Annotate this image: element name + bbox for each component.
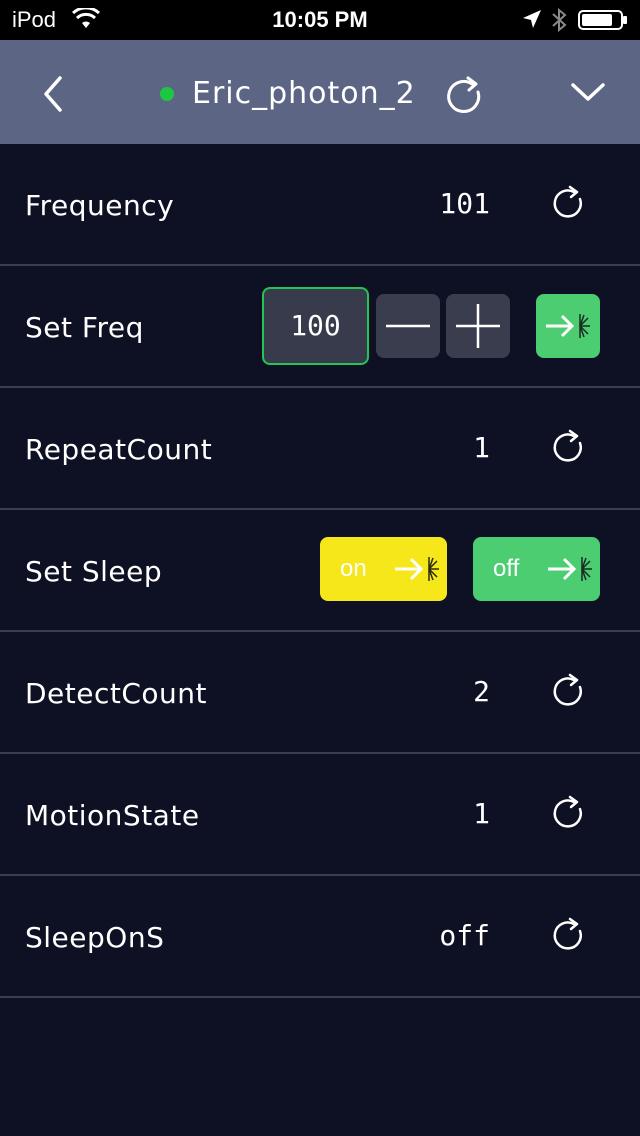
row-frequency: Frequency 101 [0, 144, 640, 266]
row-label: Set Sleep [25, 555, 163, 588]
online-status-dot [160, 87, 174, 101]
minus-icon [386, 324, 430, 328]
clock: 10:05 PM [272, 7, 368, 32]
row-label: Frequency [25, 189, 175, 222]
increment-button[interactable] [446, 294, 510, 358]
refresh-icon[interactable] [444, 76, 484, 116]
refresh-icon[interactable] [549, 916, 585, 954]
bluetooth-icon [552, 8, 567, 32]
send-freq-button[interactable] [536, 294, 600, 358]
sleep-off-button[interactable]: off [473, 537, 600, 601]
battery-icon [578, 10, 627, 30]
row-value: 1 [473, 431, 490, 464]
row-value: off [439, 919, 490, 952]
send-spark-icon [546, 314, 590, 338]
row-sleep-on-s: SleepOnS off [0, 876, 640, 998]
send-spark-icon [548, 557, 592, 581]
refresh-icon[interactable] [549, 794, 585, 832]
location-icon [523, 10, 541, 28]
send-spark-icon [395, 557, 439, 581]
row-label: SleepOnS [25, 921, 165, 954]
set-freq-input[interactable]: 100 [262, 287, 369, 365]
device-header: Eric_photon_2 [0, 40, 640, 144]
sleep-on-label: on [340, 555, 367, 582]
variables-list: Frequency 101 Set Freq RepeatCount 1 Set… [0, 144, 640, 998]
row-label: Set Freq [25, 311, 144, 344]
refresh-icon[interactable] [549, 672, 585, 710]
row-label: RepeatCount [25, 433, 213, 466]
row-value: 2 [473, 675, 490, 708]
device-name: Eric_photon_2 [192, 76, 416, 111]
row-value: 101 [439, 187, 490, 220]
chevron-down-icon[interactable] [570, 80, 606, 104]
refresh-icon[interactable] [549, 184, 585, 222]
refresh-icon[interactable] [549, 428, 585, 466]
decrement-button[interactable] [376, 294, 440, 358]
row-detect-count: DetectCount 2 [0, 632, 640, 754]
sleep-off-label: off [493, 555, 520, 582]
row-motion-state: MotionState 1 [0, 754, 640, 876]
row-repeat-count: RepeatCount 1 [0, 388, 640, 510]
plus-icon [456, 304, 500, 348]
status-bar: iPod 10:05 PM [0, 0, 640, 40]
sleep-on-button[interactable]: on [320, 537, 447, 601]
row-label: DetectCount [25, 677, 208, 710]
row-label: MotionState [25, 799, 200, 832]
chevron-left-icon[interactable] [38, 74, 68, 114]
row-value: 1 [473, 797, 490, 830]
